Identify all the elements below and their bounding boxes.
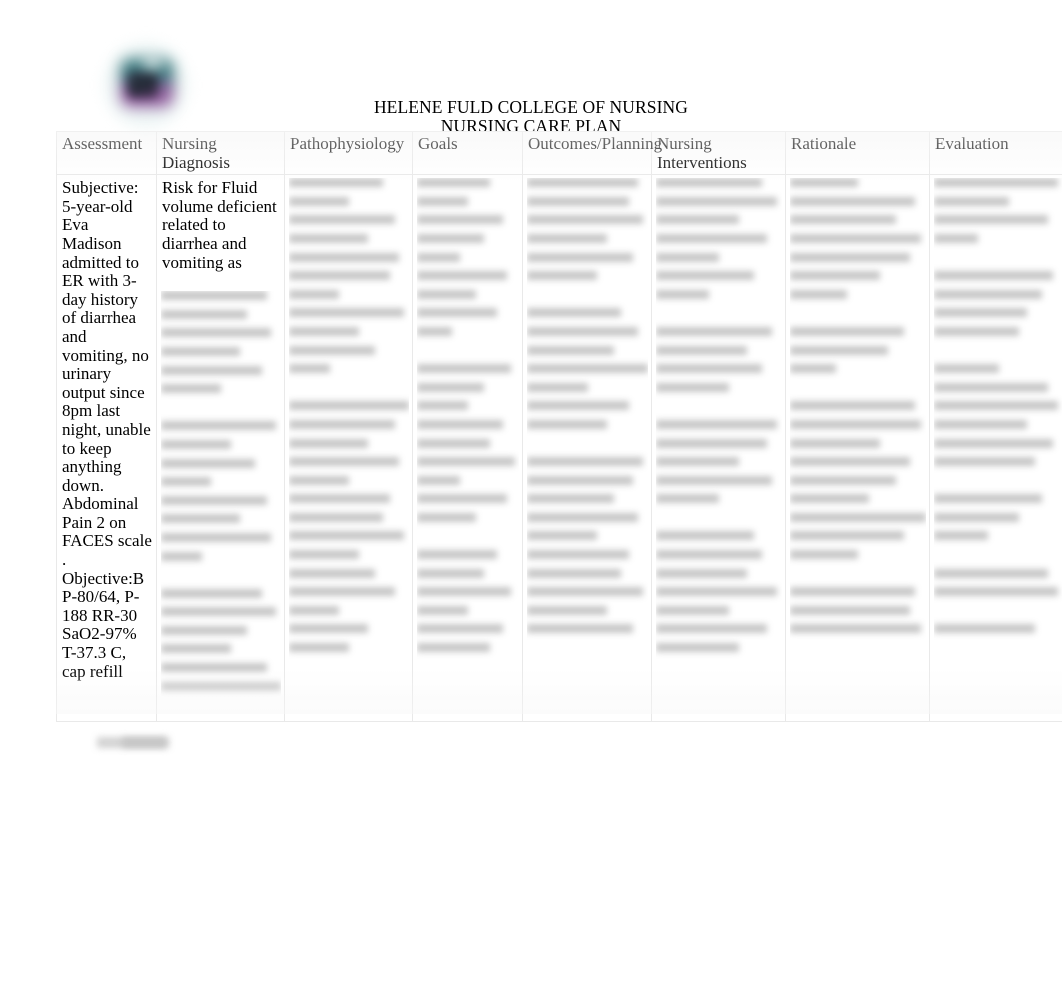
document-title-line-1: HELENE FULD COLLEGE OF NURSING — [373, 97, 689, 117]
redacted-content-evaluation — [934, 178, 1062, 718]
redacted-content-rationale — [790, 178, 926, 718]
document-page: HELENE FULD COLLEGE OF NURSING NURSING C… — [0, 0, 1062, 1001]
nursing-care-plan-table: Assessment Nursing Diagnosis Pathophysio… — [56, 130, 1062, 723]
redacted-content-nursing-interventions — [656, 178, 782, 718]
cell-assessment: Subjective: 5-year-old Eva Madison admit… — [56, 174, 157, 723]
cell-goals — [412, 174, 523, 723]
column-header-nursing-interventions: Nursing Interventions — [651, 130, 786, 176]
column-header-pathophysiology: Pathophysiology — [284, 130, 413, 176]
column-header-nursing-diagnosis: Nursing Diagnosis — [156, 130, 285, 176]
column-header-outcomes-planning: Outcomes/Planning — [522, 130, 662, 176]
redacted-content-outcomes-planning — [527, 178, 648, 718]
redacted-content-nursing-diagnosis — [161, 291, 281, 718]
redacted-content-pathophysiology — [289, 178, 409, 718]
redacted-content-goals — [417, 178, 519, 718]
table-row: Subjective: 5-year-old Eva Madison admit… — [56, 174, 1062, 723]
cell-evaluation — [929, 174, 1062, 723]
assessment-text: Subjective: 5-year-old Eva Madison admit… — [62, 178, 152, 681]
logo-highlight — [142, 54, 164, 70]
cell-nursing-interventions — [651, 174, 786, 723]
column-header-goals: Goals — [412, 130, 523, 176]
cell-rationale — [785, 174, 930, 723]
cell-nursing-diagnosis: Risk for Fluid volume deficient related … — [156, 174, 285, 723]
redacted-footer-text-2 — [122, 737, 166, 748]
cell-pathophysiology — [284, 174, 413, 723]
cell-outcomes-planning — [522, 174, 652, 723]
table-header-row: Assessment Nursing Diagnosis Pathophysio… — [56, 130, 1062, 176]
nursing-diagnosis-text: Risk for Fluid volume deficient related … — [162, 178, 277, 272]
logo-core — [128, 72, 158, 98]
column-header-assessment: Assessment — [56, 130, 157, 176]
column-header-evaluation: Evaluation — [929, 130, 1062, 176]
column-header-rationale: Rationale — [785, 130, 930, 176]
